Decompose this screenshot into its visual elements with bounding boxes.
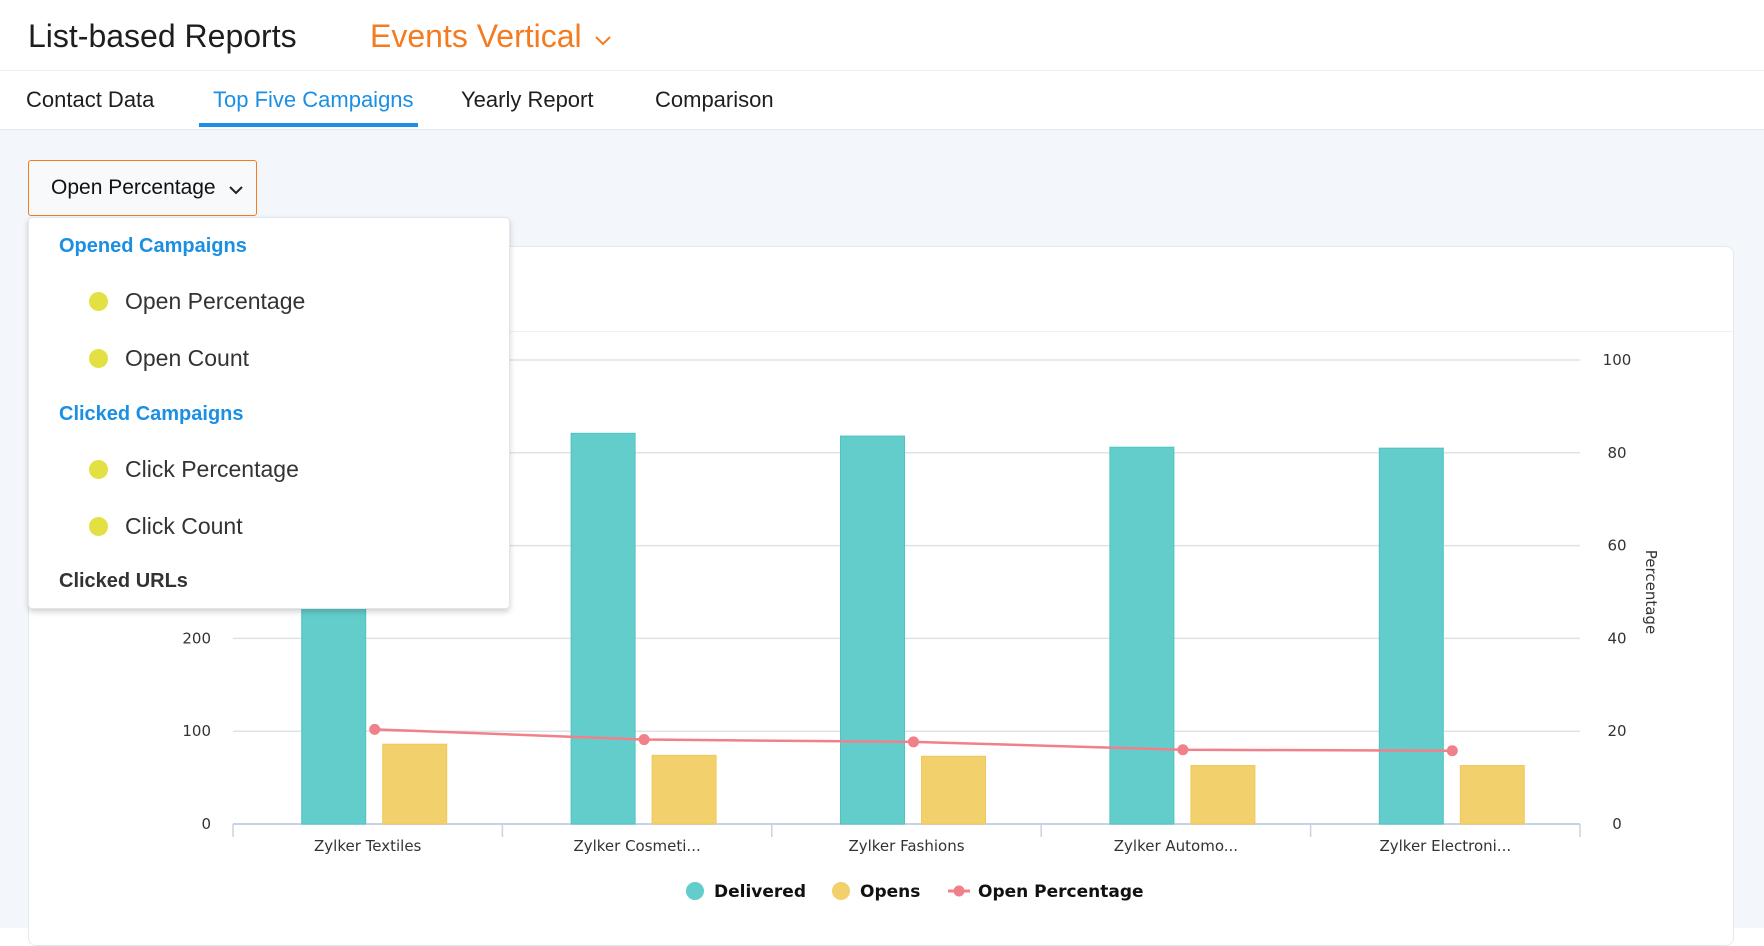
menu-item-click-percentage[interactable]: Click Percentage [89, 456, 299, 483]
legend-open-percentage-label: Open Percentage [978, 882, 1144, 902]
left-axis-tick-label: 200 [182, 629, 211, 647]
x-axis-category-label: Zylker Textiles [314, 837, 422, 855]
menu-item-label: Open Count [125, 345, 250, 371]
opens-bar [1190, 765, 1256, 825]
open-percentage-point [1446, 745, 1458, 757]
left-axis-tick-label: 0 [201, 815, 211, 833]
menu-item-open-count[interactable]: Open Count [89, 345, 249, 372]
right-axis-tick-label: 80 [1607, 444, 1626, 462]
bullet-icon [89, 517, 108, 536]
open-percentage-point [908, 736, 919, 748]
opens-bar [382, 743, 448, 825]
right-axis-tick-label: 40 [1607, 629, 1626, 647]
legend-opens-marker [832, 882, 850, 900]
metric-dropdown-menu: Opened Campaigns Open Percentage Open Co… [28, 217, 510, 609]
metric-dropdown-label: Open Percentage [51, 176, 216, 199]
right-axis-title: Percentage [1642, 550, 1660, 634]
legend-delivered-marker [686, 882, 704, 900]
open-percentage-point [1177, 744, 1189, 756]
menu-item-label: Click Count [125, 513, 243, 539]
delivered-bar [570, 432, 636, 825]
x-axis-category-label: Zylker Electroni... [1379, 837, 1511, 855]
menu-item-label: Click Percentage [125, 456, 299, 482]
opens-bar [921, 755, 986, 825]
menu-group-opened-campaigns: Opened Campaigns [59, 235, 247, 257]
legend-delivered-label: Delivered [714, 882, 806, 902]
menu-item-label: Open Percentage [125, 288, 306, 314]
left-axis-tick-label: 100 [182, 722, 211, 740]
x-axis-category-label: Zylker Automo... [1114, 837, 1238, 855]
bullet-icon [89, 349, 108, 368]
delivered-bar [840, 435, 905, 825]
open-percentage-point [369, 723, 381, 735]
opens-bar [651, 754, 717, 825]
bullet-icon [89, 460, 108, 479]
right-axis-tick-label: 60 [1607, 537, 1626, 555]
legend-opens-label: Opens [860, 882, 920, 902]
open-percentage-point [638, 734, 650, 746]
menu-item-clicked-urls[interactable]: Clicked URLs [59, 570, 188, 593]
delivered-bar [1378, 447, 1444, 825]
x-axis-category-label: Zylker Cosmeti... [573, 837, 700, 855]
legend-open-percentage-marker [953, 885, 965, 897]
bullet-icon [89, 292, 108, 311]
chevron-down-icon [228, 186, 243, 195]
opens-bar [1459, 765, 1525, 825]
right-axis-tick-label: 100 [1603, 351, 1632, 369]
delivered-bar [1109, 446, 1175, 825]
x-axis-category-label: Zylker Fashions [848, 837, 964, 855]
right-axis-tick-label: 0 [1612, 815, 1622, 833]
metric-dropdown-button[interactable]: Open Percentage [28, 160, 257, 216]
menu-item-click-count[interactable]: Click Count [89, 513, 243, 540]
menu-group-clicked-campaigns: Clicked Campaigns [59, 403, 244, 425]
right-axis-tick-label: 20 [1607, 722, 1626, 740]
menu-item-open-percentage[interactable]: Open Percentage [89, 288, 305, 315]
